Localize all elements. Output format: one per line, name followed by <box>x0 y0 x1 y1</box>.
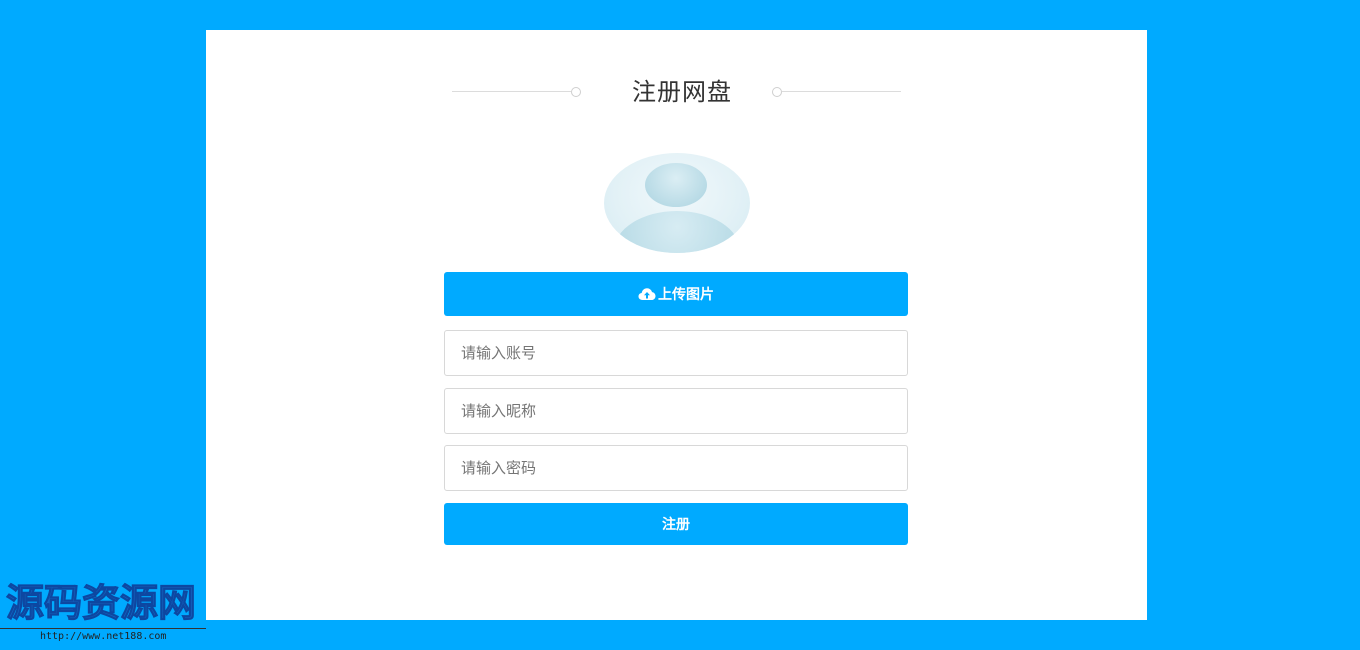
title-dot-left <box>571 87 581 97</box>
watermark-logo-text: 源码资源网 <box>5 581 197 625</box>
title-divider-right <box>782 91 901 92</box>
page-header: 注册网盘 <box>452 74 902 110</box>
register-button[interactable]: 注册 <box>444 503 908 545</box>
watermark-url: http://www.net188.com <box>40 631 167 642</box>
page-title: 注册网盘 <box>632 78 732 106</box>
title-dot-right <box>772 87 782 97</box>
upload-image-button[interactable]: 上传图片 <box>444 272 908 316</box>
upload-button-label: 上传图片 <box>658 286 714 302</box>
register-button-label: 注册 <box>662 516 690 532</box>
nickname-input[interactable] <box>444 388 908 434</box>
cloud-upload-icon <box>638 288 656 300</box>
title-divider-left <box>452 91 571 92</box>
avatar-preview <box>604 153 750 253</box>
watermark-divider <box>0 628 206 629</box>
avatar-head-shape <box>645 163 707 207</box>
password-input[interactable] <box>444 445 908 491</box>
register-card: 注册网盘 上传图片 注册 <box>206 30 1147 620</box>
avatar-body-shape <box>614 211 740 253</box>
account-input[interactable] <box>444 330 908 376</box>
